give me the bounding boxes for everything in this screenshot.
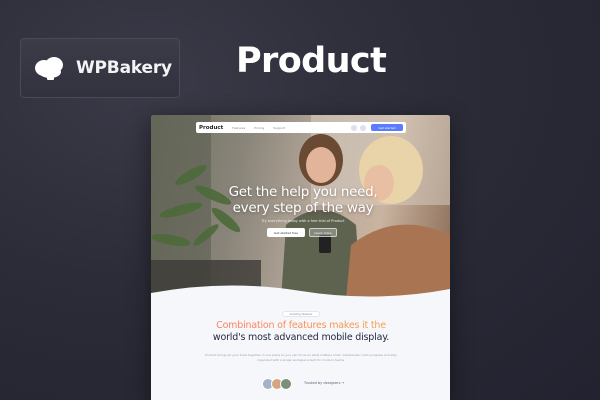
page-title: Product xyxy=(236,41,387,81)
preview-hero-title: Get the help you need, every step of the… xyxy=(203,184,403,216)
avatar-group xyxy=(262,378,292,390)
preview-search-icon xyxy=(351,124,357,131)
section-description: Product brings all your tools together i… xyxy=(205,353,397,362)
template-preview[interactable]: Product Features Pricing Support Get sta… xyxy=(151,115,450,400)
avatar xyxy=(280,378,292,390)
hero-title-line2: every step of the way xyxy=(232,200,374,216)
preview-nav-link-support: Support xyxy=(273,125,286,130)
preview-logo: Product xyxy=(199,124,224,131)
preview-secondary-button: Learn more xyxy=(309,228,337,237)
preview-nav-cta: Get started xyxy=(371,124,403,131)
preview-primary-button: Get started free xyxy=(267,228,305,237)
preview-nav-link-pricing: Pricing xyxy=(254,125,265,130)
brand-name: WPBakery xyxy=(76,58,172,78)
section-title: Combination of features makes it the wor… xyxy=(195,320,407,344)
section-pill: Amazing features xyxy=(282,311,320,317)
hero-title-line1: Get the help you need, xyxy=(228,184,378,200)
section-title-dark: world's most advanced mobile display. xyxy=(212,332,390,343)
review-link: Trusted by designers → xyxy=(304,381,345,385)
wpbakery-badge: WPBakery xyxy=(20,38,180,98)
hero-wave-divider xyxy=(151,285,450,305)
preview-nav-link-features: Features xyxy=(232,125,246,130)
hero-image: Product Features Pricing Support Get sta… xyxy=(151,115,450,300)
preview-hero-description: Try everything today with a free trial o… xyxy=(261,219,345,223)
preview-user-icon xyxy=(360,124,366,131)
section-title-gradient: Combination of features makes it the xyxy=(216,320,386,331)
preview-navbar: Product Features Pricing Support Get sta… xyxy=(196,122,406,133)
cloud-logo-icon xyxy=(34,55,66,81)
